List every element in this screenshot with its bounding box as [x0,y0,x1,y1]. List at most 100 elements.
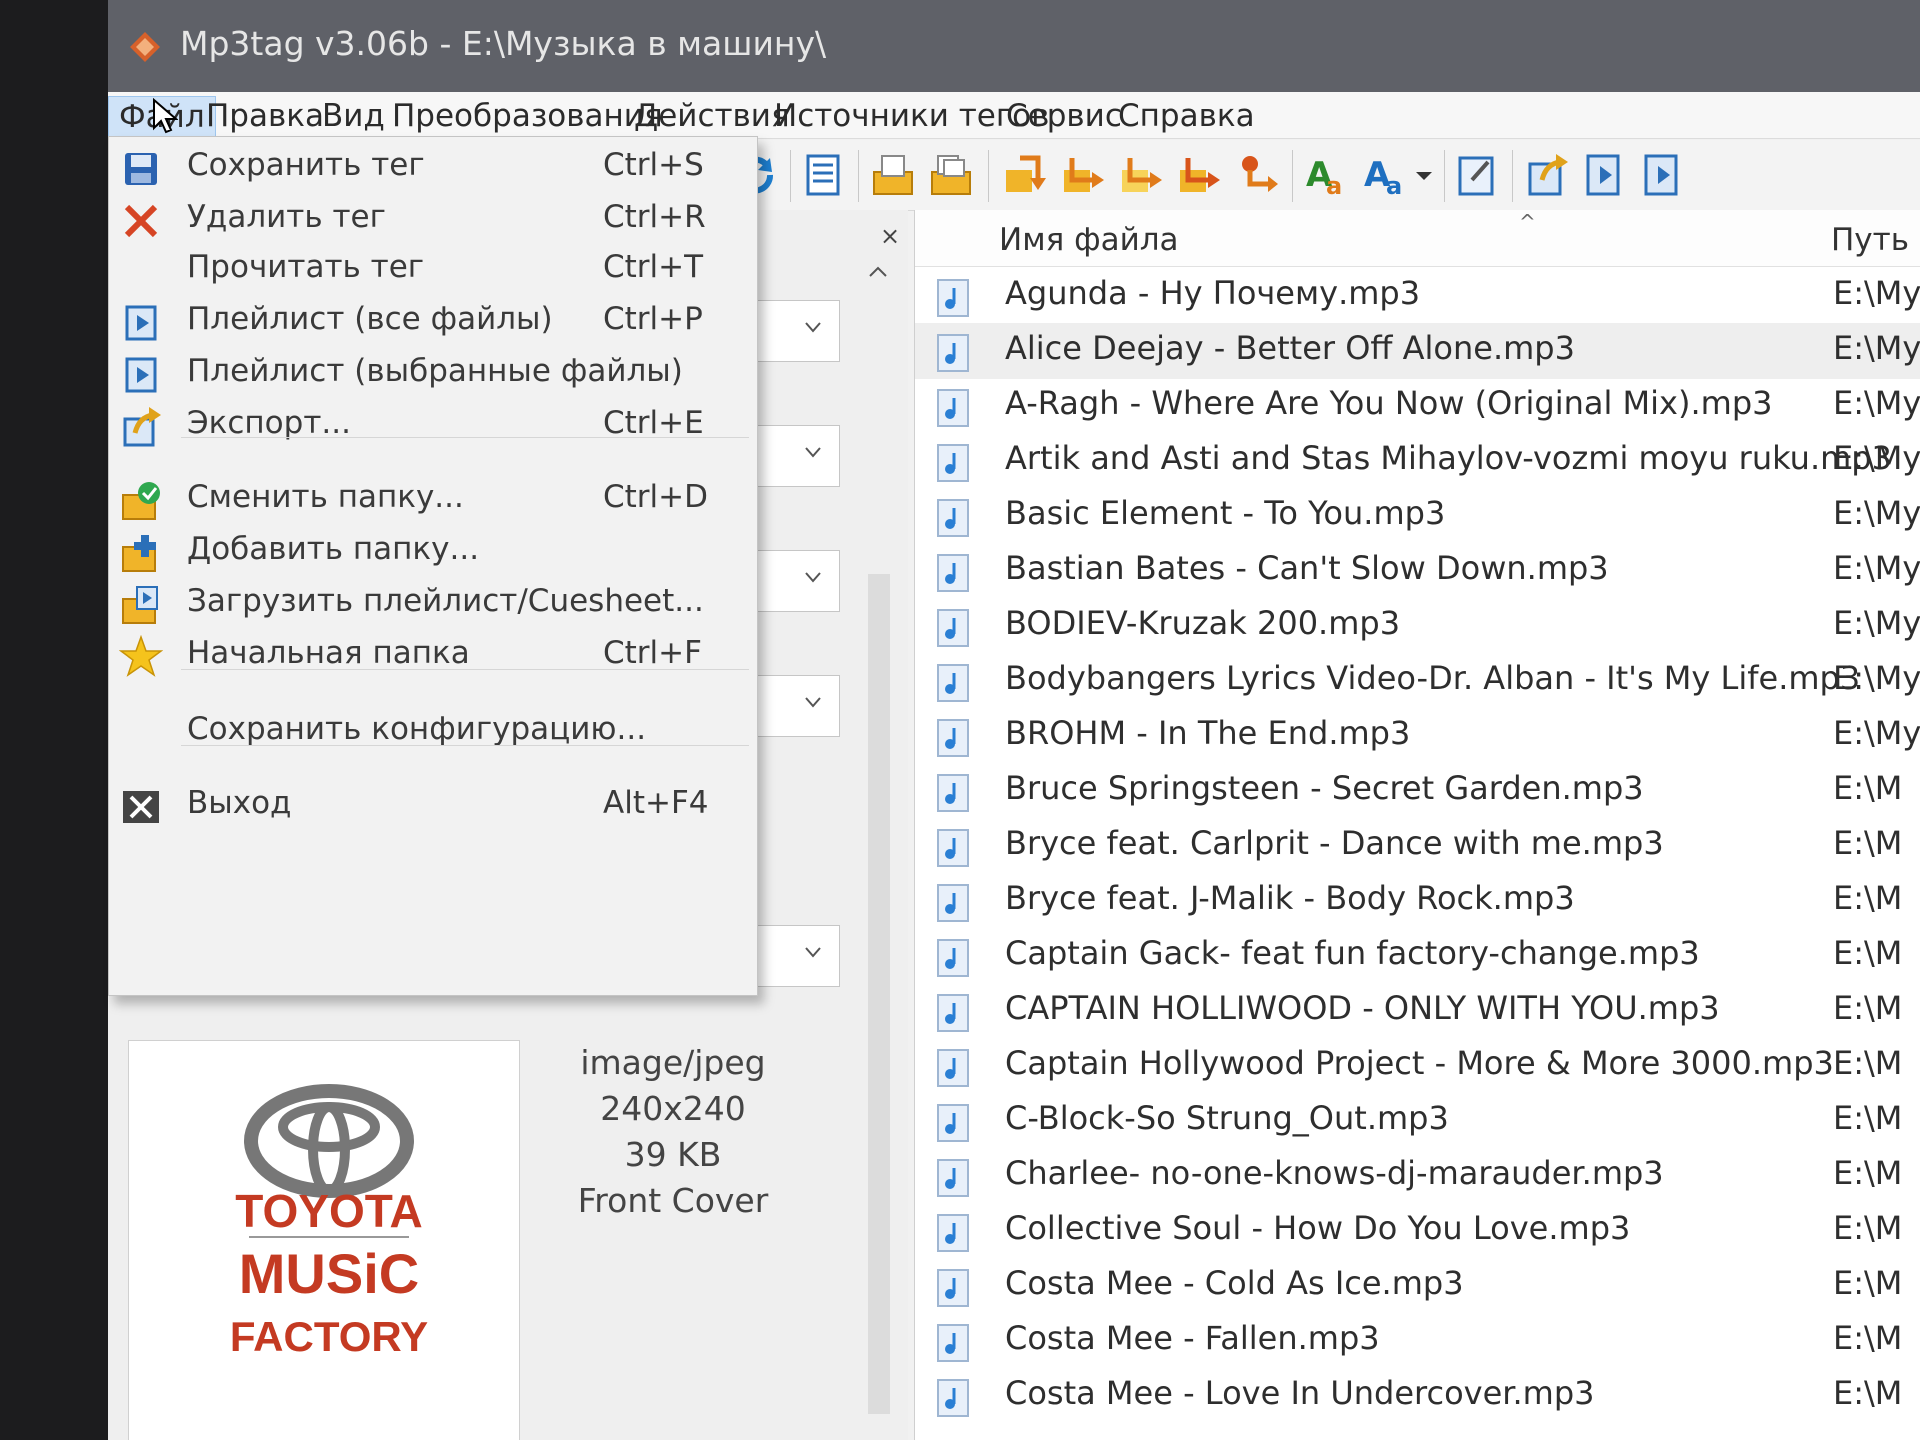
list-icon[interactable] [798,150,848,200]
table-row[interactable]: Bryce feat. Carlprit - Dance with me.mp3… [915,818,1920,874]
tag-convert-icon-2[interactable] [1058,150,1108,200]
list-header: ^ Имя файла Путь [915,210,1920,267]
menu-item-save-tag[interactable]: Сохранить тег Ctrl+S [109,139,757,195]
mouse-cursor-icon [153,98,178,134]
table-row[interactable]: Costa Mee - Love In Undercover.mp3 E:\M [915,1368,1920,1424]
mp3-file-icon [937,1104,969,1142]
column-header-path[interactable]: Путь [1831,222,1909,258]
tag-convert-icon-3[interactable] [1116,150,1166,200]
mp3-file-icon [937,664,969,702]
menu-item-delete-tag[interactable]: Удалить тег Ctrl+R [109,191,757,247]
file-name: Bruce Springsteen - Secret Garden.mp3 [1005,769,1644,807]
table-row[interactable]: BROHM - In The End.mp3 E:\My [915,708,1920,764]
close-icon[interactable]: × [880,222,900,250]
table-row[interactable]: Bodybangers Lyrics Video-Dr. Alban - It'… [915,653,1920,709]
text-case-icon[interactable]: A a [1360,150,1410,200]
menu-item-start-folder[interactable]: Начальная папка Ctrl+F [109,627,757,683]
table-row[interactable]: Artik and Asti and Stas Mihaylov-vozmi m… [915,433,1920,489]
tag-field-combo[interactable] [748,675,840,737]
table-row[interactable]: Bastian Bates - Can't Slow Down.mp3 E:\My [915,543,1920,599]
table-row[interactable]: Basic Element - To You.mp3 E:\My [915,488,1920,544]
table-row[interactable]: Charlee- no-one-knows-dj-marauder.mp3 E:\… [915,1148,1920,1204]
tag-convert-icon-4[interactable] [1174,150,1224,200]
file-path: E:\M [1833,1099,1903,1137]
file-name: Charlee- no-one-knows-dj-marauder.mp3 [1005,1154,1664,1192]
file-name: Bastian Bates - Can't Slow Down.mp3 [1005,549,1609,587]
file-path: E:\My [1833,714,1920,752]
menu-help[interactable]: Справка [1108,96,1265,136]
file-path: E:\M [1833,1319,1903,1357]
file-path: E:\M [1833,824,1903,862]
file-name: Bryce feat. Carlprit - Dance with me.mp3 [1005,824,1664,862]
table-row[interactable]: Captain Hollywood Project - More & More … [915,1038,1920,1094]
menu-item-load-playlist[interactable]: Загрузить плейлист/Cuesheet... [109,575,757,631]
menu-item-add-folder[interactable]: Добавить папку... [109,523,757,579]
tag-field-combo[interactable] [748,550,840,612]
folder-open-icon[interactable] [868,150,918,200]
tag-field-combo[interactable] [748,925,840,987]
playlist-selected-icon[interactable] [1638,150,1688,200]
file-name: Alice Deejay - Better Off Alone.mp3 [1005,329,1575,367]
menu-separator [181,669,749,670]
chevron-up-icon[interactable] [866,262,890,282]
folder-copy-icon[interactable] [926,150,976,200]
table-row[interactable]: A-Ragh - Where Are You Now (Original Mix… [915,378,1920,434]
table-row[interactable]: CAPTAIN HOLLIWOOD - ONLY WITH YOU.mp3 E:\… [915,983,1920,1039]
tag-field-combo[interactable] [748,300,840,362]
menu-item-label: Плейлист (выбранные файлы) [187,353,683,389]
toolbar-separator [1292,150,1293,202]
file-path: E:\M [1833,1209,1903,1247]
file-menu: Сохранить тег Ctrl+S Удалить тег Ctrl+R Проч… [108,136,758,996]
edit-icon[interactable] [1452,150,1502,200]
tag-convert-icon-5[interactable] [1232,150,1282,200]
dropdown-arrow-icon[interactable] [1412,150,1436,200]
chevron-down-icon [805,447,821,458]
menu-item-export[interactable]: Экспорт... Ctrl+E [109,397,757,453]
menu-item-playlist-selected[interactable]: Плейлист (выбранные файлы) [109,345,757,401]
file-name: Collective Soul - How Do You Love.mp3 [1005,1209,1631,1247]
mp3-file-icon [937,444,969,482]
table-row[interactable]: Bryce feat. J-Malik - Body Rock.mp3 E:\M [915,873,1920,929]
table-row[interactable]: Costa Mee - Fallen.mp3 E:\M [915,1313,1920,1369]
menu-item-shortcut: Ctrl+F [603,635,702,671]
cover-info: image/jpeg 240x240 39 KB Front Cover [538,1040,808,1224]
menu-item-change-folder[interactable]: Сменить папку... Ctrl+D [109,471,757,527]
export-icon[interactable] [1522,150,1572,200]
table-row[interactable]: Bruce Springsteen - Secret Garden.mp3 E:\… [915,763,1920,819]
table-row[interactable]: Collective Soul - How Do You Love.mp3 E:\… [915,1203,1920,1259]
menu-item-exit[interactable]: Выход Alt+F4 [109,777,757,833]
playlist-icon[interactable] [1580,150,1630,200]
mp3-file-icon [937,829,969,867]
menu-item-shortcut: Ctrl+E [603,405,704,441]
menu-item-label: Начальная папка [187,635,470,671]
menu-item-save-config[interactable]: Сохранить конфигурацию... [109,703,757,759]
menu-item-label: Выход [187,785,292,821]
playlist-icon [125,357,157,393]
table-row[interactable]: C-Block-So Strung_Out.mp3 E:\M [915,1093,1920,1149]
table-row[interactable]: Captain Gack- feat fun factory-change.mp… [915,928,1920,984]
column-header-filename[interactable]: Имя файла [999,222,1179,258]
panel-scrollbar[interactable] [858,254,898,1414]
toolbar: A a A a [718,140,1920,211]
scrollbar-thumb[interactable] [868,574,890,1414]
table-row[interactable]: Alice Deejay - Better Off Alone.mp3 E:\Му… [915,323,1920,379]
menu-item-read-tag[interactable]: Прочитать тег Ctrl+T [109,241,757,297]
add-folder-icon [122,535,156,572]
menu-item-label: Сменить папку... [187,479,464,515]
menu-item-playlist-all[interactable]: Плейлист (все файлы) Ctrl+P [109,293,757,349]
sort-ascending-icon: ^ [1519,210,1536,234]
svg-text:a: a [1386,172,1402,200]
file-path: E:\Муз [1833,274,1920,312]
table-row[interactable]: BODIEV-Kruzak 200.mp3 E:\My [915,598,1920,654]
table-row[interactable]: Agunda - Ну Почему.mp3 E:\Муз [915,268,1920,324]
table-row[interactable]: Costa Mee - Cold As Ice.mp3 E:\M [915,1258,1920,1314]
tag-field-combo[interactable] [748,425,840,487]
cover-size: 39 KB [624,1135,722,1174]
mp3tag-logo-icon [130,32,160,62]
file-path: E:\M [1833,1154,1903,1192]
case-convert-icon[interactable]: A a [1302,150,1352,200]
tag-convert-icon-1[interactable] [1000,150,1050,200]
menu-item-label: Сохранить конфигурацию... [187,711,647,747]
cover-art: TOYOTA MUSiC FACTORY [128,1040,520,1440]
toolbar-separator [988,150,989,202]
